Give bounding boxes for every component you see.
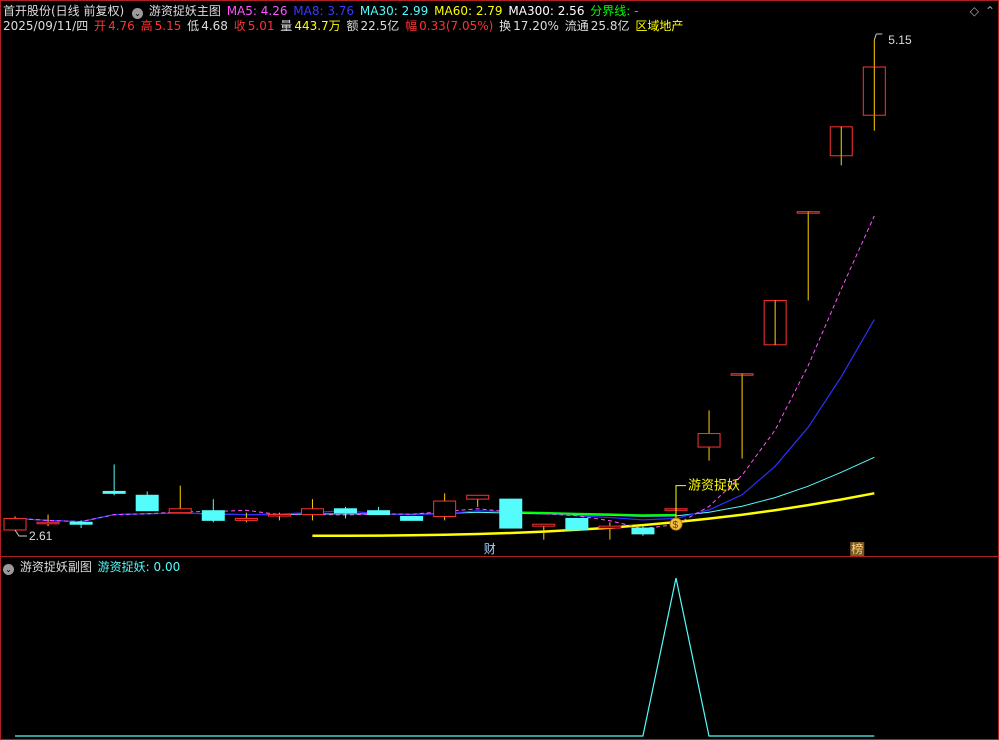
high-pointer [873, 33, 883, 41]
candle-body-down [201, 510, 225, 521]
low-price-label: 2.61 [29, 529, 53, 543]
ma8-line [14, 319, 875, 523]
candle-body-up [433, 500, 457, 517]
candle-body-up [3, 517, 27, 531]
sub-indicator-menu-icon[interactable]: ⌄ [3, 564, 14, 575]
candle-body-down [400, 515, 424, 521]
candle-body-up [36, 521, 60, 525]
sub-header: ⌄ 游资捉妖副图 游资捉妖: 0.00 [3, 560, 182, 575]
candle-body-down [367, 510, 391, 516]
high-price-label: 5.15 [888, 33, 912, 47]
pane-divider[interactable] [0, 556, 999, 557]
marker-bang: 榜 [851, 541, 863, 556]
candle-body-down [69, 521, 93, 525]
candle-body-up [466, 494, 490, 500]
candle-body-up [300, 508, 324, 516]
low-pointer [14, 529, 27, 537]
main-chart[interactable]: 5.15 2.61 游资捉妖 $ 财 榜 [0, 0, 999, 556]
sub-indicator-value: 游资捉妖: 0.00 [97, 560, 181, 574]
sub-indicator-name[interactable]: 游资捉妖副图 [20, 560, 92, 574]
candle-body-up [168, 508, 192, 514]
candle-body-down [334, 508, 357, 514]
candle-body-up [598, 525, 622, 529]
candle-body-up [697, 433, 721, 448]
money-bag-symbol: $ [673, 520, 679, 531]
candle-body-up [267, 514, 291, 517]
candle-body-up [234, 517, 258, 521]
marker-cai: 财 [484, 542, 496, 556]
candle-body-up [532, 523, 556, 527]
signal-pointer [675, 485, 686, 519]
ma5-line [14, 215, 875, 530]
candle-body-down [102, 490, 126, 494]
signal-label: 游资捉妖 [688, 478, 740, 493]
candle-body-down [565, 517, 589, 531]
candle-body-down [631, 527, 655, 535]
candle-body-down [135, 494, 159, 512]
candle-body-down [499, 498, 523, 529]
